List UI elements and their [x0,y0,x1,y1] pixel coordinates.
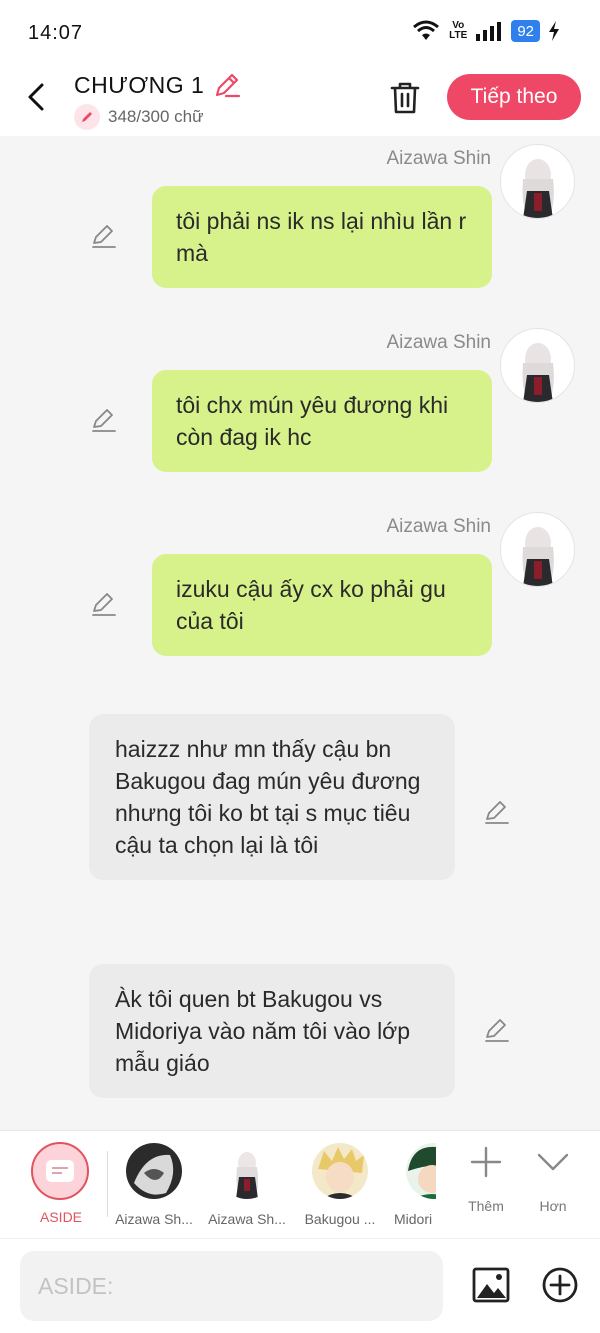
edit-message-icon[interactable] [91,223,117,249]
edit-message-icon[interactable] [91,591,117,617]
add-circle-icon[interactable] [541,1266,579,1304]
add-character-button[interactable]: Thêm [458,1145,514,1214]
sender-name: Aizawa Shin [386,516,491,537]
avatar[interactable] [500,144,575,219]
character-item[interactable]: Aizawa Sh... [109,1143,199,1227]
back-arrow-icon[interactable] [22,80,52,114]
aside-icon [46,1160,74,1182]
trash-icon[interactable] [388,80,422,116]
status-icons: Vo LTE 92 [411,20,560,42]
status-bar: 14:07 Vo LTE 92 [0,0,600,64]
sender-name: Aizawa Shin [386,148,491,169]
next-button[interactable]: Tiếp theo [447,74,581,120]
character-name: Bakugou ... [304,1211,376,1227]
character-item[interactable]: Aizawa Sh... [202,1143,292,1227]
input-bar [0,1238,600,1333]
character-avatar [219,1143,275,1199]
wifi-icon [413,20,440,40]
chapter-title-row[interactable]: CHƯƠNG 1 [74,70,242,100]
character-avatar [312,1143,368,1199]
battery-indicator: 92 [511,20,540,42]
edit-message-icon[interactable] [484,1017,510,1043]
avatar[interactable] [500,328,575,403]
sender-name: Aizawa Shin [386,332,491,353]
more-label: Hơn [539,1198,567,1214]
aside-label: ASIDE [40,1209,83,1225]
edit-title-icon[interactable] [212,70,242,100]
volte-icon: Vo LTE [449,20,468,41]
character-item[interactable]: Bakugou ... [295,1143,385,1227]
character-selector: ASIDE Aizawa Sh... Aizawa Sh... Bakugou … [0,1130,600,1238]
signal-icon [476,22,502,41]
character-name: Midori [394,1211,433,1227]
character-name: Aizawa Sh... [208,1211,286,1227]
message-bubble[interactable]: tôi phải ns ik ns lại nhìu lần r mà [152,186,492,288]
image-icon[interactable] [472,1266,510,1304]
editor-header: CHƯƠNG 1 348/300 chữ Tiếp theo [0,64,600,136]
message-bubble[interactable]: izuku cậu ấy cx ko phải gu của tôi [152,554,492,656]
status-time: 14:07 [28,22,84,44]
chevron-down-icon [537,1153,569,1171]
character-avatar [406,1143,436,1199]
message-bubble[interactable]: tôi chx mún yêu đương khi còn đag ik hc [152,370,492,472]
aside-bubble[interactable]: Àk tôi quen bt Bakugou vs Midoriya vào n… [89,964,455,1098]
edit-message-icon[interactable] [91,407,117,433]
word-count: 348/300 chữ [108,107,204,126]
more-button[interactable]: Hơn [525,1145,581,1214]
charging-icon [549,21,559,41]
divider [107,1151,108,1217]
chat-area[interactable]: Aizawa Shin tôi phải ns ik ns lại nhìu l… [0,136,600,1130]
avatar[interactable] [500,512,575,587]
character-avatar [126,1143,182,1199]
add-label: Thêm [468,1198,504,1214]
edit-message-icon[interactable] [484,799,510,825]
aside-button[interactable] [31,1142,89,1200]
plus-icon [470,1146,502,1178]
message-input[interactable] [20,1251,443,1321]
chapter-title: CHƯƠNG 1 [74,71,205,98]
character-name: Aizawa Sh... [115,1211,193,1227]
word-count-row: 348/300 chữ [74,104,204,130]
character-item[interactable]: Midori [380,1143,436,1227]
pencil-icon [74,104,100,130]
aside-bubble[interactable]: haizzz như mn thấy cậu bn Bakugou đag mú… [89,714,455,880]
